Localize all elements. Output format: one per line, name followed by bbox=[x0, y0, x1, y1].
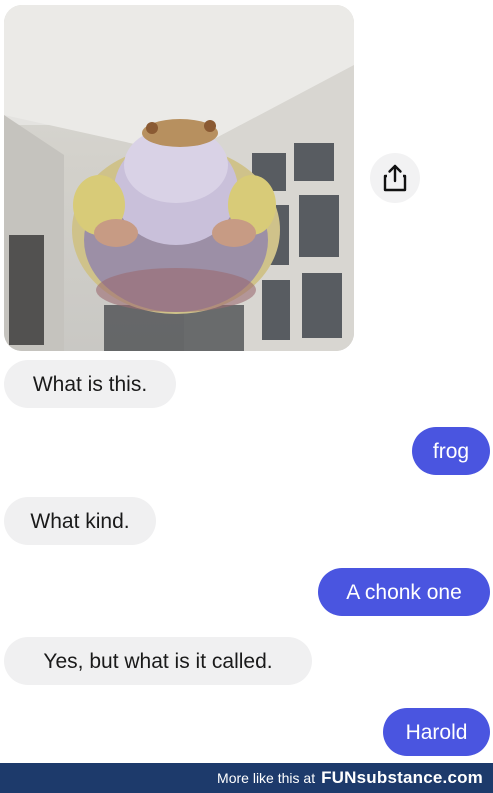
outgoing-message-bubble[interactable]: A chonk one bbox=[318, 568, 490, 616]
outgoing-message-bubble[interactable]: frog bbox=[412, 427, 490, 475]
message-text: What is this. bbox=[32, 372, 148, 396]
footer-brand[interactable]: FUNsubstance.com bbox=[321, 768, 483, 788]
shared-photo[interactable] bbox=[4, 5, 354, 351]
outgoing-message-bubble[interactable]: Harold bbox=[383, 708, 490, 756]
message-text: Harold bbox=[405, 720, 468, 744]
incoming-message-bubble[interactable]: What is this. bbox=[4, 360, 176, 408]
message-text: What kind. bbox=[30, 509, 130, 533]
watermark-footer[interactable]: More like this at FUNsubstance.com bbox=[0, 763, 493, 793]
footer-text: More like this at bbox=[217, 770, 316, 786]
message-text: frog bbox=[432, 439, 470, 463]
message-text: A chonk one bbox=[346, 580, 462, 604]
frog-photo-illustration bbox=[4, 5, 354, 351]
share-icon bbox=[383, 164, 407, 192]
incoming-message-bubble[interactable]: Yes, but what is it called. bbox=[4, 637, 312, 685]
incoming-message-bubble[interactable]: What kind. bbox=[4, 497, 156, 545]
chat-thread: What is this. frog What kind. A chonk on… bbox=[0, 0, 493, 763]
message-text: Yes, but what is it called. bbox=[43, 649, 273, 673]
share-button[interactable] bbox=[370, 153, 420, 203]
